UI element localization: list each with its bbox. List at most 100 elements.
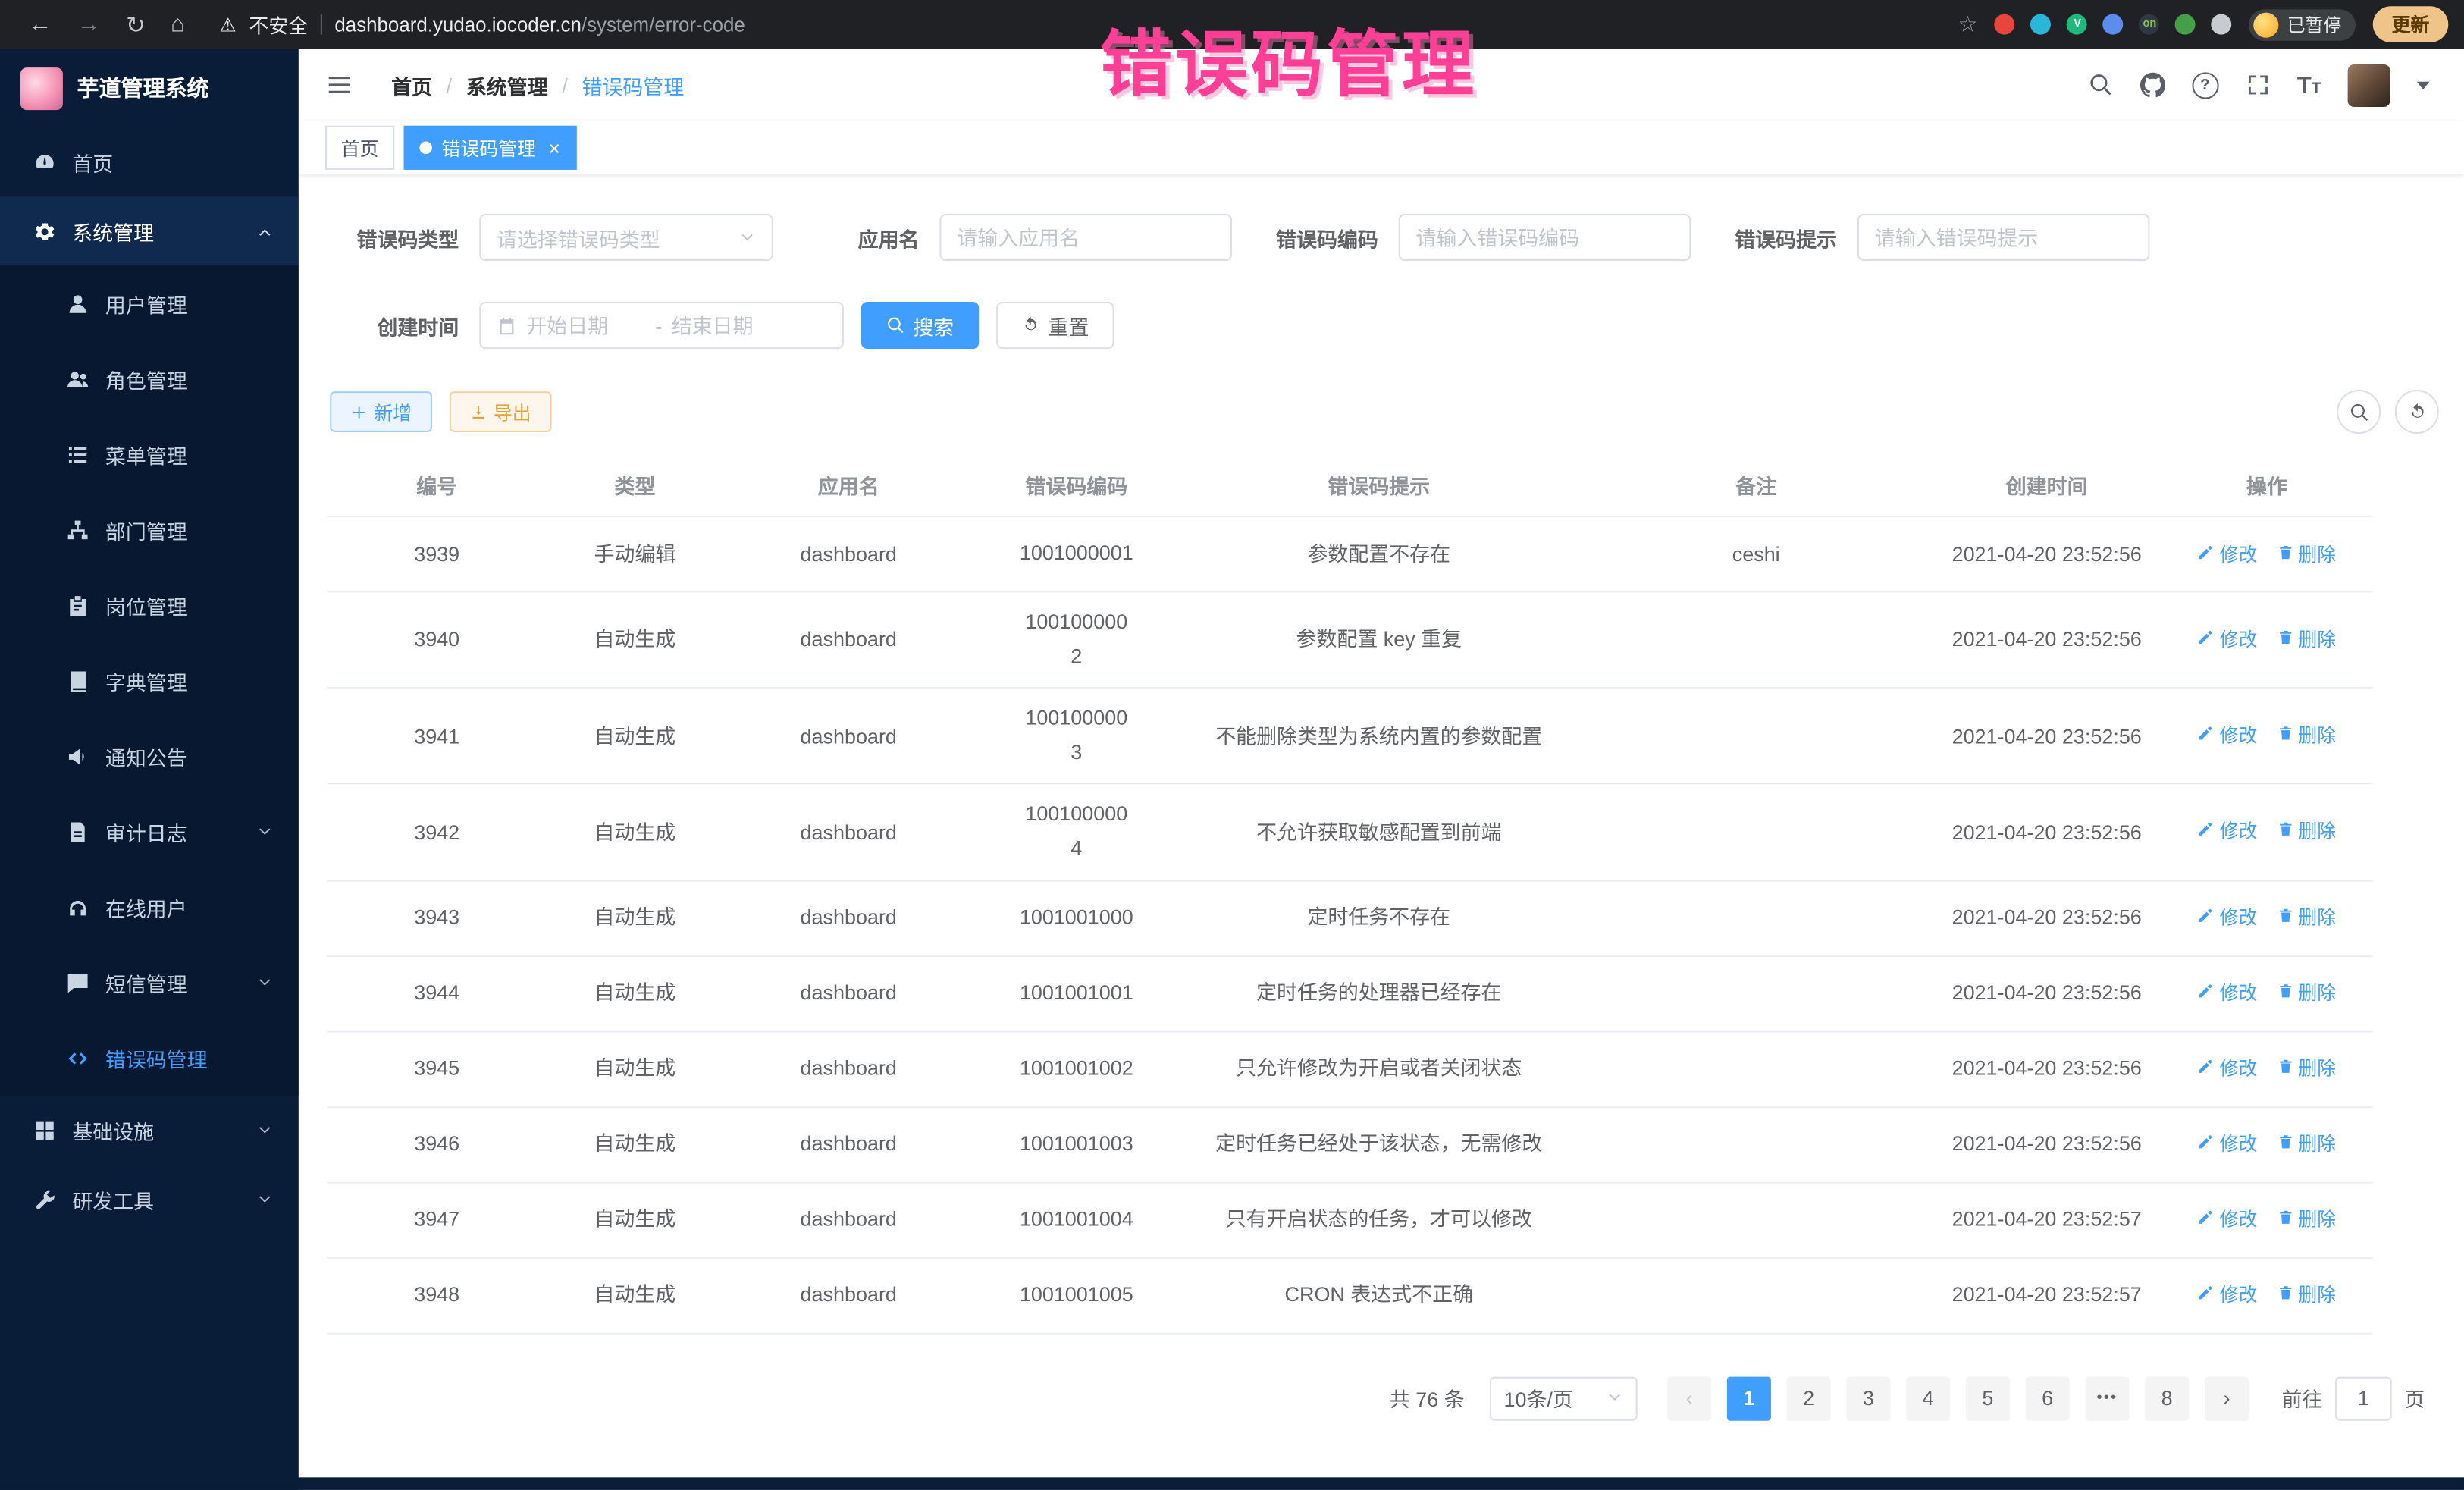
prev-page-button[interactable]: ‹ <box>1667 1376 1711 1420</box>
extension-green-check-icon[interactable]: V <box>2067 14 2088 35</box>
extension-puzzle-icon[interactable] <box>2212 14 2232 35</box>
delete-link[interactable]: 删除 <box>2276 1206 2336 1234</box>
search-button[interactable]: 搜索 <box>861 302 979 349</box>
edit-icon <box>2198 1130 2215 1158</box>
sidebar-item-label: 研发工具 <box>72 1184 154 1214</box>
browser-update-button[interactable]: 更新 <box>2373 6 2449 42</box>
breadcrumb-item-1[interactable]: 系统管理 <box>466 70 548 99</box>
user-avatar[interactable] <box>2348 64 2390 106</box>
refresh-button[interactable] <box>2395 390 2439 434</box>
fullscreen-icon[interactable] <box>2245 72 2270 97</box>
page-size-select[interactable]: 10条/页 <box>1490 1376 1638 1420</box>
edit-link[interactable]: 修改 <box>2198 1206 2258 1234</box>
sidebar-item-1[interactable]: 系统管理 <box>0 196 299 265</box>
browser-actions: ☆ Von 已暂停 更新 <box>1958 6 2448 42</box>
sidebar-logo[interactable]: 芋道管理系统 <box>0 49 299 127</box>
sidebar-item-5[interactable]: 部门管理 <box>0 492 299 567</box>
edit-link[interactable]: 修改 <box>2198 1130 2258 1158</box>
sidebar-item-13[interactable]: 基础设施 <box>0 1096 299 1165</box>
edit-link[interactable]: 修改 <box>2198 722 2258 750</box>
edit-link[interactable]: 修改 <box>2198 979 2258 1007</box>
delete-link[interactable]: 删除 <box>2276 1130 2336 1158</box>
sidebar-item-12[interactable]: 错误码管理 <box>0 1020 299 1095</box>
sidebar-item-7[interactable]: 字典管理 <box>0 643 299 718</box>
edit-link[interactable]: 修改 <box>2198 540 2258 568</box>
delete-link[interactable]: 删除 <box>2276 979 2336 1007</box>
edit-link-label: 修改 <box>2220 626 2258 654</box>
tab-1[interactable]: 错误码管理× <box>404 126 576 170</box>
page-button-2[interactable]: 2 <box>1787 1376 1831 1420</box>
reload-icon[interactable]: ↻ <box>126 10 146 38</box>
page-button-6[interactable]: 6 <box>2026 1376 2070 1420</box>
font-size-icon[interactable]: TT <box>2297 71 2321 98</box>
export-button[interactable]: 导出 <box>450 391 552 432</box>
add-button[interactable]: 新增 <box>330 391 432 432</box>
delete-link[interactable]: 删除 <box>2276 1055 2336 1083</box>
error-type-select[interactable]: 请选择错误码类型 <box>479 214 773 261</box>
delete-link[interactable]: 删除 <box>2276 904 2336 932</box>
error-code-input[interactable] <box>1399 214 1691 261</box>
goto-page-input[interactable] <box>2335 1376 2392 1420</box>
search-icon[interactable] <box>2088 72 2113 97</box>
hamburger-menu-icon[interactable] <box>325 71 353 99</box>
back-icon[interactable]: ← <box>28 11 52 38</box>
next-page-button[interactable]: › <box>2205 1376 2249 1420</box>
sidebar-item-14[interactable]: 研发工具 <box>0 1165 299 1234</box>
profile-paused-badge[interactable]: 已暂停 <box>2249 8 2356 39</box>
sidebar-item-3[interactable]: 角色管理 <box>0 341 299 416</box>
github-icon[interactable] <box>2140 72 2165 97</box>
delete-link[interactable]: 删除 <box>2276 626 2336 654</box>
bookmark-star-icon[interactable]: ☆ <box>1958 11 1977 38</box>
sidebar-item-6[interactable]: 岗位管理 <box>0 567 299 642</box>
page-button-3[interactable]: 3 <box>1846 1376 1890 1420</box>
error-hint-input[interactable] <box>1857 214 2150 261</box>
sidebar-item-8[interactable]: 通知公告 <box>0 718 299 793</box>
navbar-actions: ? TT <box>2088 64 2429 106</box>
delete-link[interactable]: 删除 <box>2276 818 2336 846</box>
tab-close-icon[interactable]: × <box>548 137 560 158</box>
table-cell: 参数配置 key 重复 <box>1179 612 1580 668</box>
edit-link[interactable]: 修改 <box>2198 904 2258 932</box>
date-start-input[interactable] <box>526 314 646 337</box>
extension-dark-on-icon[interactable]: on <box>2140 14 2160 35</box>
page-button-1[interactable]: 1 <box>1727 1376 1771 1420</box>
edit-link[interactable]: 修改 <box>2198 818 2258 846</box>
home-icon[interactable]: ⌂ <box>171 11 185 38</box>
sidebar-item-10[interactable]: 在线用户 <box>0 869 299 944</box>
edit-link[interactable]: 修改 <box>2198 1281 2258 1309</box>
extension-red-icon[interactable] <box>1995 14 2015 35</box>
extension-green-icon[interactable] <box>2176 14 2196 35</box>
date-end-input[interactable] <box>672 314 792 337</box>
edit-link[interactable]: 修改 <box>2198 626 2258 654</box>
sidebar-item-0[interactable]: 首页 <box>0 127 299 196</box>
chevron-down-icon[interactable] <box>2417 81 2430 89</box>
help-icon[interactable]: ? <box>2192 71 2218 98</box>
table-cell: 2021-04-20 23:52:56 <box>1933 708 2161 764</box>
extension-teal-icon[interactable] <box>2031 14 2052 35</box>
reset-button[interactable]: 重置 <box>996 302 1114 349</box>
delete-link[interactable]: 删除 <box>2276 1281 2336 1309</box>
extension-blue-grid-icon[interactable] <box>2103 14 2124 35</box>
page-button-4[interactable]: 4 <box>1906 1376 1950 1420</box>
date-range-picker[interactable]: - <box>479 302 844 349</box>
sidebar-item-11[interactable]: 短信管理 <box>0 945 299 1020</box>
address-bar[interactable]: ⚠ 不安全 dashboard.yudao.iocoder.cn/system/… <box>219 9 1958 39</box>
toggle-search-button[interactable] <box>2337 390 2381 434</box>
table-header-cell: 创建时间 <box>1933 454 2161 516</box>
delete-link[interactable]: 删除 <box>2276 722 2336 750</box>
table-header-cell: 类型 <box>547 454 723 516</box>
page-button-8[interactable]: 8 <box>2145 1376 2189 1420</box>
sidebar-item-4[interactable]: 菜单管理 <box>0 416 299 491</box>
forward-icon[interactable]: → <box>77 11 101 38</box>
table-cell: 自动生成 <box>547 965 723 1021</box>
tab-0[interactable]: 首页 <box>325 126 394 170</box>
delete-link[interactable]: 删除 <box>2276 540 2336 568</box>
page-button-5[interactable]: 5 <box>1966 1376 2010 1420</box>
app-name-input[interactable] <box>939 214 1232 261</box>
breadcrumb-item-0[interactable]: 首页 <box>391 70 432 99</box>
url-domain: dashboard.yudao.iocoder.cn <box>334 14 582 36</box>
sidebar-item-2[interactable]: 用户管理 <box>0 265 299 340</box>
page-ellipsis[interactable]: ••• <box>2085 1376 2129 1420</box>
sidebar-item-9[interactable]: 审计日志 <box>0 794 299 869</box>
edit-link[interactable]: 修改 <box>2198 1055 2258 1083</box>
